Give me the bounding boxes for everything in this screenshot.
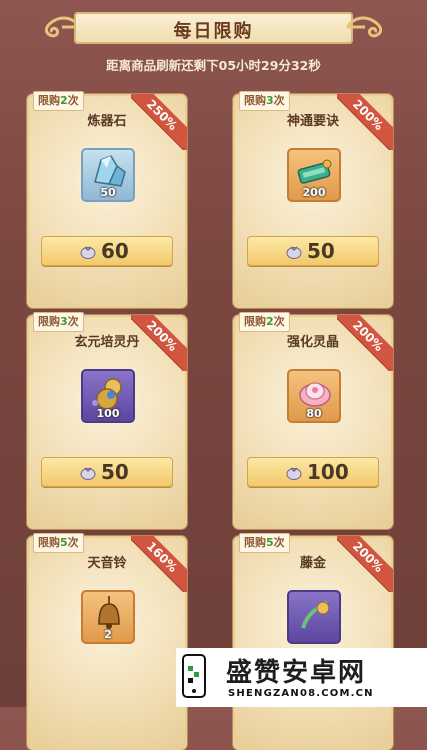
item-quantity: 50	[100, 186, 116, 199]
page-title: 每日限购	[173, 21, 254, 42]
item-icon-frame[interactable]: 100	[81, 369, 135, 423]
price-value: 100	[307, 460, 349, 484]
currency-pouch-icon	[286, 246, 302, 259]
purchase-limit-tag: 限购5次	[33, 533, 84, 553]
item-quantity: 100	[96, 407, 120, 420]
vine-gold-icon	[301, 600, 330, 629]
cloud-ornament-icon	[345, 16, 383, 38]
purchase-limit-tag: 限购3次	[33, 312, 84, 332]
site-watermark: 盛赞安卓网 SHENGZAN08.COM.CN	[176, 648, 427, 707]
currency-pouch-icon	[286, 467, 302, 480]
daily-limit-banner: 每日限购	[44, 8, 383, 48]
buy-button[interactable]: 50	[41, 457, 173, 487]
shop-item-card[interactable]: 限购2次 200% 强化灵晶 80 100	[233, 312, 393, 529]
item-quantity: 80	[306, 407, 322, 420]
item-icon-frame[interactable]: 50	[81, 148, 135, 202]
purchase-limit-tag: 限购5次	[239, 533, 290, 553]
price-value: 50	[307, 239, 335, 263]
shop-item-card[interactable]: 限购2次 250% 炼器石 50 60	[27, 91, 187, 308]
item-icon-frame[interactable]	[287, 590, 341, 644]
buy-button[interactable]: 60	[41, 236, 173, 266]
shop-item-card[interactable]: 限购3次 200% 玄元培灵丹 100 50	[27, 312, 187, 529]
buy-button[interactable]: 100	[247, 457, 379, 487]
item-name: 神通要诀	[286, 114, 339, 129]
currency-pouch-icon	[80, 246, 96, 259]
phone-logo-icon	[182, 654, 206, 698]
item-quantity: 200	[302, 186, 326, 199]
watermark-title: 盛赞安卓网	[226, 658, 367, 688]
item-name: 强化灵晶	[286, 335, 339, 350]
shop-item-card[interactable]: 限购5次 160% 天音铃 2	[27, 533, 187, 750]
currency-pouch-icon	[80, 467, 96, 480]
price-value: 60	[101, 239, 129, 263]
watermark-url: SHENGZAN08.COM.CN	[228, 688, 374, 699]
item-name: 天音铃	[87, 556, 127, 571]
item-name: 炼器石	[87, 114, 127, 129]
item-icon-frame[interactable]: 80	[287, 369, 341, 423]
item-quantity: 2	[104, 628, 112, 641]
price-value: 50	[101, 460, 129, 484]
item-name: 藤金	[299, 556, 326, 571]
item-name: 玄元培灵丹	[74, 335, 140, 350]
refresh-timer: 距离商品刷新还剩下05小时29分32秒	[106, 58, 321, 73]
shop-item-card[interactable]: 限购5次 200% 藤金	[233, 533, 393, 750]
purchase-limit-tag: 限购2次	[33, 91, 84, 111]
buy-button[interactable]: 50	[247, 236, 379, 266]
purchase-limit-tag: 限购3次	[239, 91, 290, 111]
item-icon-frame[interactable]: 200	[287, 148, 341, 202]
item-icon-frame[interactable]: 2	[81, 590, 135, 644]
purchase-limit-tag: 限购2次	[239, 312, 290, 332]
shop-item-card[interactable]: 限购3次 200% 神通要诀 200 50	[233, 91, 393, 308]
